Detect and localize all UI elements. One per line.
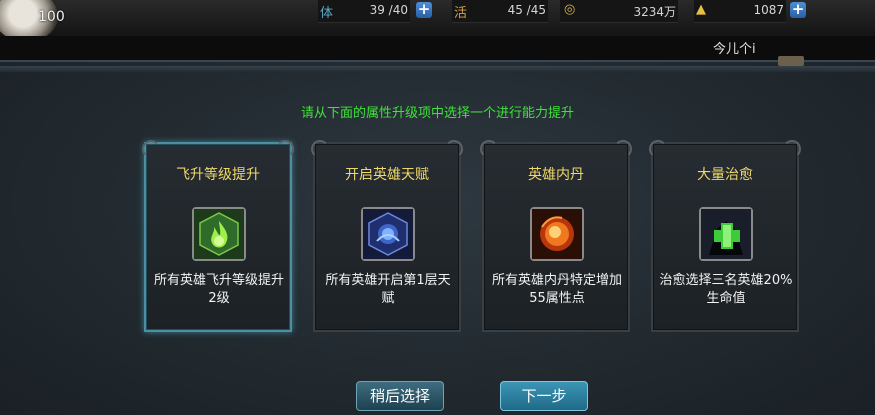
card-title: 飞升等级提升 [176, 167, 260, 183]
card-description: 治愈选择三名英雄20%生命值 [659, 273, 793, 306]
card-description: 所有英雄飞升等级提升2级 [153, 273, 284, 306]
card-description: 所有英雄内丹特定增加55属性点 [491, 273, 622, 306]
energy-value: 45 /45 [507, 3, 546, 17]
instruction-text: 请从下面的属性升级项中选择一个进行能力提升 [300, 106, 574, 121]
gold-value: 1087 [753, 3, 784, 17]
resource-energy: 活 45 /45 [452, 0, 548, 23]
green-flame-icon [192, 207, 246, 261]
fire-orb-icon [530, 207, 584, 261]
notice-text: 今儿个i [713, 42, 756, 57]
card-corner-ornament [142, 140, 160, 158]
scroll-tab [778, 56, 804, 66]
resource-coins: ◎ 3234万 [560, 0, 678, 23]
card-corner-ornament [614, 140, 632, 158]
card-title: 开启英雄天赋 [345, 167, 429, 183]
gold-plus-button[interactable]: + [790, 2, 806, 18]
card-corner-ornament [311, 140, 329, 158]
player-level: 100 [38, 9, 65, 25]
choose-later-button[interactable]: 稍后选择 [356, 381, 444, 411]
upgrade-card-core[interactable]: 英雄内丹 所有英雄内丹特定增加55属性点 [480, 140, 632, 332]
stamina-plus-button[interactable]: + [416, 2, 432, 18]
panel-top-border [0, 66, 875, 72]
energy-icon: 活 [454, 6, 468, 21]
card-corner-ornament [649, 140, 667, 158]
card-corner-ornament [276, 140, 294, 158]
resource-stamina: 体 39 /40 [318, 0, 410, 23]
upgrade-card-ascend[interactable]: 飞升等级提升 所有英雄飞升等级提升2级 [142, 140, 294, 332]
card-title: 英雄内丹 [528, 167, 584, 183]
card-title: 大量治愈 [697, 167, 753, 183]
coins-value: 3234万 [633, 5, 676, 19]
stamina-icon: 体 [320, 6, 334, 21]
card-corner-ornament [783, 140, 801, 158]
resource-gold: ▲ 1087 [694, 0, 786, 23]
next-step-button[interactable]: 下一步 [500, 381, 588, 411]
card-corner-ornament [445, 140, 463, 158]
upgrade-card-heal[interactable]: 大量治愈 治愈选择三名英雄20%生命值 [649, 140, 801, 332]
stamina-value: 39 /40 [369, 3, 408, 17]
blue-lotus-icon [361, 207, 415, 261]
card-description: 所有英雄开启第1层天赋 [325, 273, 451, 306]
gold-ingot-icon: ▲ [696, 2, 706, 17]
coin-icon: ◎ [564, 2, 576, 17]
card-corner-ornament [480, 140, 498, 158]
heal-cross-icon [699, 207, 753, 261]
upgrade-card-talent[interactable]: 开启英雄天赋 所有英雄开启第1层天赋 [311, 140, 463, 332]
